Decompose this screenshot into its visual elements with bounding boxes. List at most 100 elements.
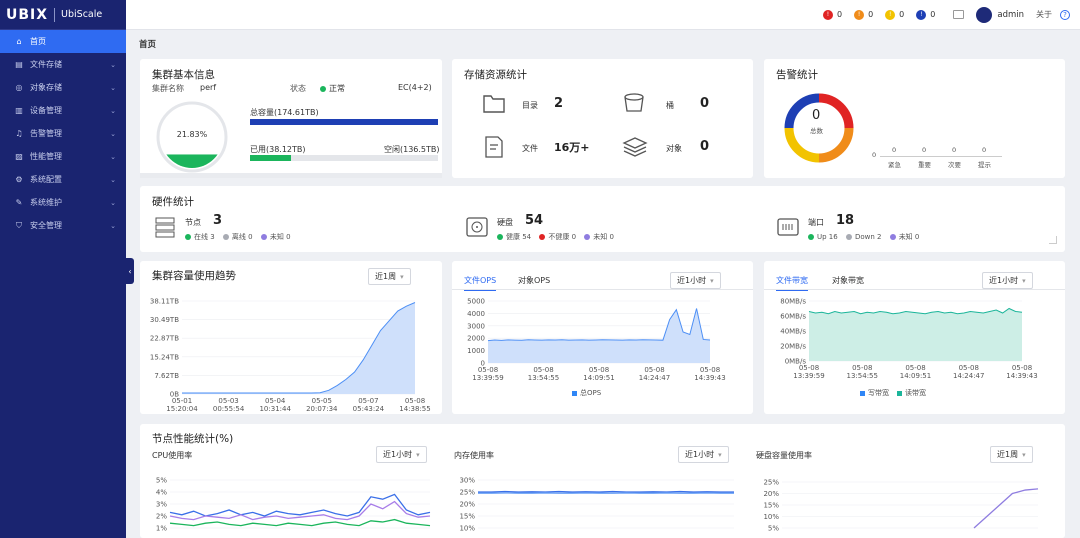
ops-range-select[interactable]: 近1小时 ▾ bbox=[670, 272, 721, 289]
y-tick-label: 2000 bbox=[467, 335, 485, 343]
ports-count: 18 bbox=[836, 213, 855, 228]
document-icon bbox=[485, 136, 503, 158]
y-tick-label: 38.11TB bbox=[150, 298, 179, 306]
cpu-range-select[interactable]: 近1小时 ▾ bbox=[376, 446, 427, 463]
y-tick-label: 4000 bbox=[467, 310, 485, 318]
y-tick-label: 5% bbox=[156, 477, 167, 485]
collapse-sidebar-button[interactable]: ‹ bbox=[126, 258, 134, 284]
sidebar-item-label: 对象存储 bbox=[30, 83, 62, 92]
y-tick-label: 40MB/s bbox=[780, 328, 806, 336]
series-area bbox=[488, 308, 710, 363]
y-tick-label: 15% bbox=[763, 502, 779, 510]
status-value: 正常 bbox=[320, 83, 345, 94]
x-tick-label: 15:20:04 bbox=[166, 405, 198, 413]
sidebar-item-2[interactable]: ◎ 对象存储 ⌄ bbox=[0, 76, 126, 99]
sidebar-item-0[interactable]: ⌂ 首页 bbox=[0, 30, 126, 53]
alert-indicators: ! 0! 0! 0! 0 bbox=[811, 9, 935, 20]
folder-icon bbox=[483, 95, 505, 113]
x-tick-label: 14:09:51 bbox=[900, 372, 931, 380]
x-tick-label: 05-08 bbox=[405, 397, 425, 405]
alert-count: 0 bbox=[868, 10, 874, 19]
alert-level-1[interactable]: ! 0 bbox=[854, 9, 874, 20]
x-tick-label: 05-08 bbox=[533, 366, 553, 374]
x-tick-label: 05-08 bbox=[799, 364, 819, 372]
server-icon bbox=[155, 217, 175, 238]
y-tick-label: 20MB/s bbox=[780, 343, 806, 351]
alarm-bar-value: 0 bbox=[952, 146, 957, 154]
ports-label: 端口 bbox=[808, 218, 824, 227]
sidebar-item-1[interactable]: ▤ 文件存储 ⌄ bbox=[0, 53, 126, 76]
y-tick-label: 5% bbox=[768, 525, 779, 533]
total-capacity-bar bbox=[250, 119, 438, 125]
about-link[interactable]: 关于 bbox=[1036, 9, 1052, 20]
alert-icon: ! bbox=[916, 9, 927, 20]
storage-stats-title: 存储资源统计 bbox=[464, 69, 527, 81]
cluster-info-card: 集群基本信息 集群名称 perf 状态 正常 EC(4+2) 21.83% 总容… bbox=[140, 59, 442, 178]
alert-level-3[interactable]: ! 0 bbox=[916, 9, 935, 20]
alert-level-0[interactable]: ! 0 bbox=[822, 9, 842, 20]
disks-states: 健康 54 不健康 0 未知 0 bbox=[497, 232, 614, 242]
free-capacity-label: 空闲(136.5TB) bbox=[384, 145, 440, 154]
help-icon[interactable]: ? bbox=[1060, 9, 1070, 20]
sidebar-item-3[interactable]: ▥ 设备管理 ⌄ bbox=[0, 99, 126, 122]
nodes-count: 3 bbox=[213, 213, 223, 228]
x-tick-label: 05-01 bbox=[172, 397, 192, 405]
sidebar-item-8[interactable]: ⛉ 安全管理 ⌄ bbox=[0, 214, 126, 237]
used-capacity-track bbox=[250, 155, 438, 161]
disks-label: 硬盘 bbox=[497, 218, 513, 227]
sidebar-item-4[interactable]: ♫ 告警管理 ⌄ bbox=[0, 122, 126, 145]
alarm-bar-value: 0 bbox=[982, 146, 987, 154]
file-icon: ▤ bbox=[15, 60, 23, 69]
alarm-axis-zero: 0 bbox=[872, 151, 877, 159]
memory-usage-label: 内存使用率 bbox=[454, 451, 494, 460]
sidebar-item-7[interactable]: ✎ 系统维护 ⌄ bbox=[0, 191, 126, 214]
message-icon[interactable] bbox=[953, 10, 965, 19]
x-tick-label: 05-03 bbox=[218, 397, 238, 405]
tab-object-ops[interactable]: 对象OPS bbox=[518, 275, 550, 286]
y-tick-label: 80MB/s bbox=[780, 298, 806, 306]
sidebar-item-label: 性能管理 bbox=[30, 152, 62, 161]
cluster-name-label: 集群名称 bbox=[152, 84, 184, 93]
capacity-trend-title: 集群容量使用趋势 bbox=[152, 270, 236, 282]
series-line bbox=[169, 493, 431, 517]
x-tick-label: 20:07:34 bbox=[306, 405, 338, 413]
username[interactable]: admin bbox=[997, 10, 1024, 20]
bucket-count: 0 bbox=[700, 96, 710, 111]
ops-legend: 总OPS bbox=[572, 388, 601, 398]
capacity-chart: 38.11TB30.49TB22.87TB15.24TB7.62TB0B05-0… bbox=[150, 298, 431, 414]
storage-stats-card: 存储资源统计 目录 2 桶 0 文件 16万+ 对象 0 bbox=[452, 59, 753, 178]
brand-logo: UBIX bbox=[6, 6, 49, 23]
x-tick-label: 05-08 bbox=[589, 366, 609, 374]
memory-range-select[interactable]: 近1小时 ▾ bbox=[678, 446, 729, 463]
ports-states: Up 16 Down 2 未知 0 bbox=[808, 232, 919, 242]
tab-object-bandwidth[interactable]: 对象带宽 bbox=[832, 275, 864, 286]
x-tick-label: 05-07 bbox=[358, 397, 378, 405]
x-tick-label: 05-08 bbox=[905, 364, 925, 372]
y-tick-label: 1000 bbox=[467, 347, 485, 355]
x-tick-label: 05-08 bbox=[1012, 364, 1032, 372]
status-label: 状态 bbox=[290, 84, 306, 93]
chevron-down-icon: ⌄ bbox=[110, 175, 116, 184]
logo[interactable]: UBIX UbiScale bbox=[0, 0, 126, 30]
tab-divider bbox=[452, 289, 753, 290]
disk-range-select[interactable]: 近1周 ▾ bbox=[990, 446, 1033, 463]
hardware-stats-card: 硬件统计 节点 3 在线 3 离线 0 未知 0 硬盘 54 健康 54 不健康… bbox=[140, 186, 1065, 252]
port-icon bbox=[777, 218, 799, 236]
alarm-stats-card: 告警统计 0 总数 0 0 紧急 0 重要 0 次要 0 提示 bbox=[764, 59, 1065, 178]
memory-chart: 30% 25% 20% 15% 10% bbox=[459, 477, 734, 533]
product-name: UbiScale bbox=[61, 9, 103, 20]
capacity-range-select[interactable]: 近1周 ▾ bbox=[368, 268, 411, 285]
status-dot bbox=[320, 85, 326, 92]
x-tick-label: 13:54:55 bbox=[847, 372, 878, 380]
sidebar-item-5[interactable]: ▨ 性能管理 ⌄ bbox=[0, 145, 126, 168]
x-tick-label: 14:38:55 bbox=[399, 405, 430, 413]
y-tick-label: 25% bbox=[763, 479, 779, 487]
resize-handle[interactable] bbox=[1049, 236, 1057, 244]
alert-level-2[interactable]: ! 0 bbox=[885, 9, 904, 20]
sidebar-item-label: 设备管理 bbox=[30, 106, 62, 115]
sidebar: UBIX UbiScale ⌂ 首页 ▤ 文件存储 ⌄ ◎ 对象存储 ⌄ ▥ 设备管理 ⌄ ♫ 告警管理… bbox=[0, 0, 126, 538]
bandwidth-range-select[interactable]: 近1小时 ▾ bbox=[982, 272, 1033, 289]
bucket-icon bbox=[624, 93, 644, 112]
sidebar-item-6[interactable]: ⚙ 系统配置 ⌄ bbox=[0, 168, 126, 191]
avatar[interactable] bbox=[976, 6, 993, 23]
